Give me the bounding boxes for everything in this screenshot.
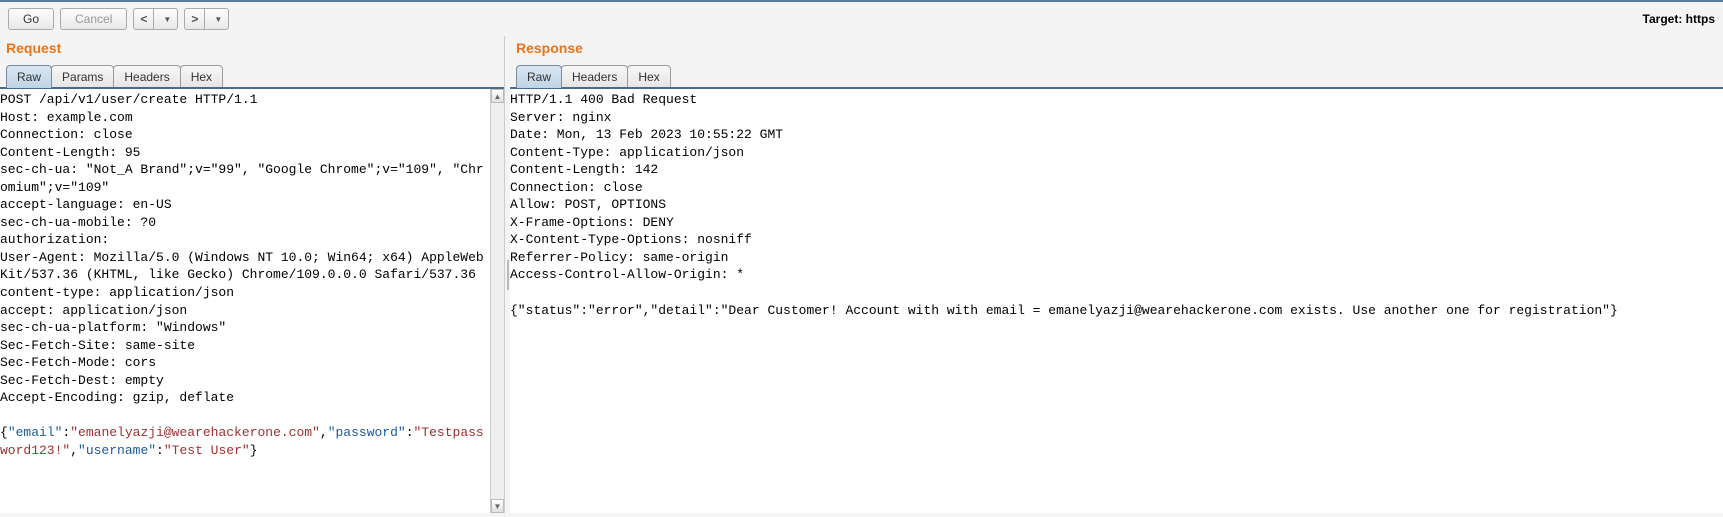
tab-hex[interactable]: Hex (627, 65, 670, 88)
tab-headers[interactable]: Headers (113, 65, 180, 88)
back-dropdown-button[interactable]: ▼ (153, 8, 178, 30)
json-string: "Test User" (164, 443, 250, 458)
chevron-right-icon: > (191, 12, 198, 26)
json-key: "username" (78, 443, 156, 458)
json-key: "email" (8, 425, 63, 440)
response-content-wrap: HTTP/1.1 400 Bad Request Server: nginx D… (510, 87, 1723, 513)
forward-button[interactable]: > (184, 8, 204, 30)
request-title: Request (0, 36, 504, 64)
json-key: "password" (328, 425, 406, 440)
nav-forward-group: > ▼ (184, 8, 229, 30)
target-label: Target: https (1643, 12, 1715, 26)
request-content-wrap: POST /api/v1/user/create HTTP/1.1 Host: … (0, 87, 504, 513)
scrollbar[interactable]: ▲ ▼ (490, 89, 504, 513)
toolbar: Go Cancel < ▼ > ▼ Target: https (0, 2, 1723, 36)
request-headers-text: POST /api/v1/user/create HTTP/1.1 Host: … (0, 92, 484, 405)
nav-back-group: < ▼ (133, 8, 178, 30)
cancel-button[interactable]: Cancel (60, 8, 127, 30)
json-string: "emanelyazji@wearehackerone.com" (70, 425, 320, 440)
request-pane: Request Raw Params Headers Hex POST /api… (0, 36, 504, 513)
tab-headers[interactable]: Headers (561, 65, 628, 88)
request-editor[interactable]: POST /api/v1/user/create HTTP/1.1 Host: … (0, 89, 504, 513)
response-viewer[interactable]: HTTP/1.1 400 Bad Request Server: nginx D… (510, 89, 1723, 513)
split-panes: Request Raw Params Headers Hex POST /api… (0, 36, 1723, 513)
scroll-up-button[interactable]: ▲ (491, 89, 504, 103)
caret-down-icon: ▼ (163, 15, 171, 24)
back-button[interactable]: < (133, 8, 153, 30)
tab-params[interactable]: Params (51, 65, 114, 88)
forward-dropdown-button[interactable]: ▼ (204, 8, 229, 30)
response-tabs: Raw Headers Hex (510, 64, 1723, 87)
tab-hex[interactable]: Hex (180, 65, 223, 88)
caret-down-icon: ▼ (214, 15, 222, 24)
response-title: Response (510, 36, 1723, 64)
scroll-down-button[interactable]: ▼ (491, 499, 504, 513)
request-tabs: Raw Params Headers Hex (0, 64, 504, 87)
response-pane: Response Raw Headers Hex HTTP/1.1 400 Ba… (510, 36, 1723, 513)
tab-raw[interactable]: Raw (6, 65, 52, 88)
go-button[interactable]: Go (8, 8, 54, 30)
chevron-left-icon: < (140, 12, 147, 26)
tab-raw[interactable]: Raw (516, 65, 562, 88)
